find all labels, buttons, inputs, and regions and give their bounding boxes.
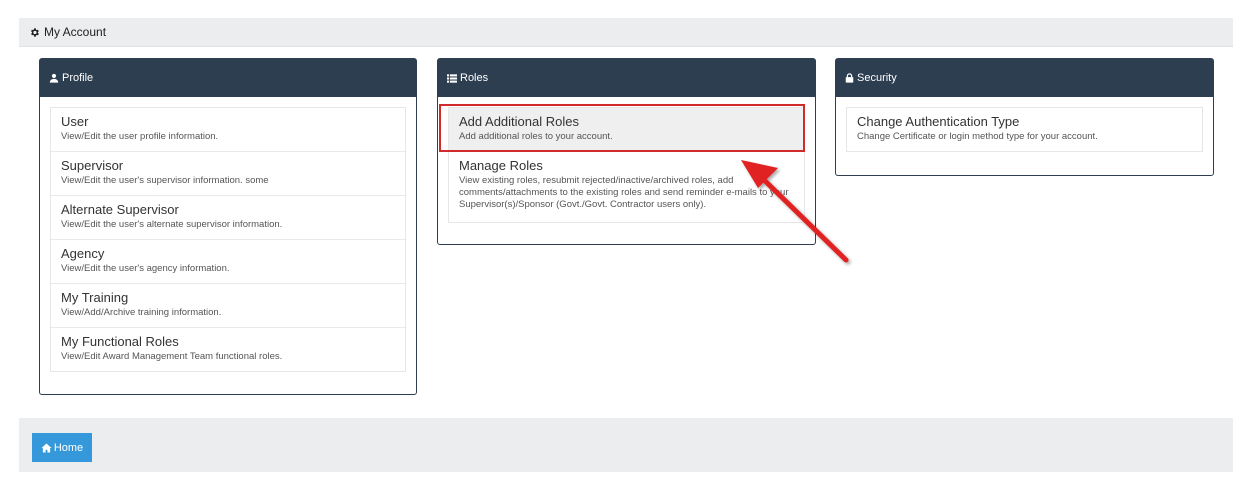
arrow-icon	[741, 160, 849, 263]
